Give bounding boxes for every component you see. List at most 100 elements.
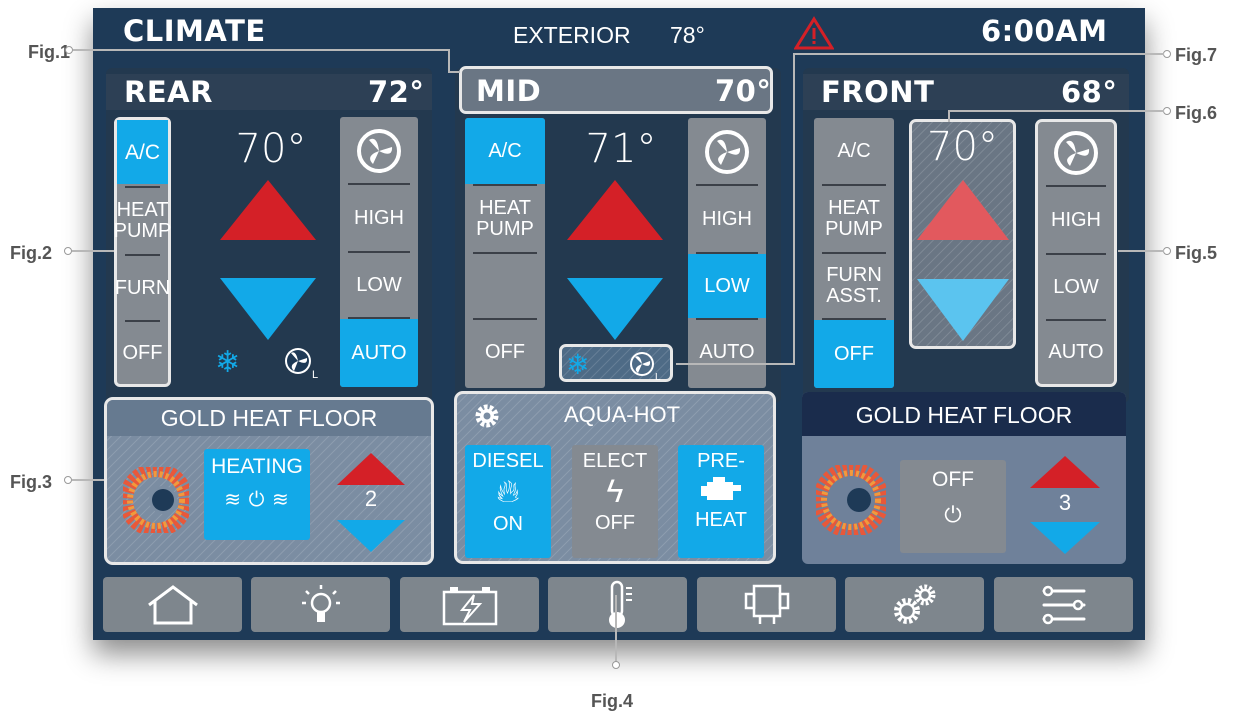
front-zone-temp: 68° — [1061, 75, 1118, 109]
flame-icon: 🔥︎ — [496, 473, 520, 509]
front-setpoint-box: 70° — [909, 119, 1016, 349]
aqua-elect-state: OFF — [595, 512, 635, 534]
front-temp-up-button[interactable] — [915, 178, 1011, 242]
mid-fan-low[interactable]: LOW — [688, 254, 766, 318]
mid-fan-low-badge: L — [655, 372, 661, 382]
aqua-diesel-button[interactable]: DIESEL 🔥︎ ON — [465, 445, 551, 558]
mid-snowflake-icon: ❄ — [566, 348, 590, 381]
battery-icon — [442, 586, 497, 625]
settings-gears-icon — [893, 584, 935, 624]
mid-fan-high[interactable]: HIGH — [688, 186, 766, 252]
exterior-temp: 78° — [670, 22, 705, 48]
power-icon: ⏻ — [944, 502, 962, 527]
rear-floor-down-button[interactable] — [335, 518, 407, 554]
nav-menu[interactable] — [994, 577, 1133, 632]
aqua-hot-title: AQUA-HOT — [563, 402, 681, 427]
rear-zone-temp: 72° — [368, 75, 425, 109]
rear-setpoint: 70° — [235, 126, 307, 172]
rear-heat-floor-title: GOLD HEAT FLOOR — [160, 405, 378, 431]
rear-fan-auto[interactable]: AUTO — [340, 319, 418, 387]
mid-mode-blank[interactable] — [465, 254, 545, 318]
mid-fan-low-status-icon: L — [630, 352, 661, 382]
heat-floor-flame-icon — [123, 467, 189, 533]
mid-mode-heat-pump[interactable]: HEAT PUMP — [465, 186, 545, 252]
light-bulb-icon — [301, 584, 340, 622]
mid-temp-down-button[interactable] — [565, 276, 665, 342]
front-fan-column: HIGH LOW AUTO — [1035, 119, 1117, 387]
mid-mode-off[interactable]: OFF — [465, 320, 545, 384]
front-fan-low[interactable]: LOW — [1038, 255, 1114, 319]
front-floor-up-button[interactable] — [1028, 454, 1102, 490]
mid-setpoint: 71° — [585, 126, 657, 172]
sliders-menu-icon — [1042, 585, 1085, 624]
front-setpoint: 70° — [927, 124, 998, 170]
engine-icon — [701, 477, 741, 500]
aqua-hot-panel: AQUA-HOT DIESEL 🔥︎ ON ELECT ϟ OFF PRE- H… — [454, 391, 776, 564]
front-temp-down-button[interactable] — [915, 277, 1011, 343]
rear-fan-low[interactable]: LOW — [340, 253, 418, 317]
nav-home[interactable] — [103, 577, 242, 632]
aqua-preheat-line2: HEAT — [695, 509, 747, 531]
rear-mode-off[interactable]: OFF — [117, 322, 168, 384]
fig-7-label: Fig.7 — [1175, 45, 1218, 65]
rear-temp-up-button[interactable] — [218, 178, 318, 242]
fig-5-label: Fig.5 — [1175, 243, 1218, 263]
rear-mode-ac[interactable]: A/C — [117, 120, 168, 184]
rear-heat-floor-status: HEATING — [211, 455, 303, 478]
fig-3-label: Fig.3 — [10, 472, 53, 492]
front-mode-ac[interactable]: A/C — [814, 118, 894, 184]
mid-mode-column: A/C HEAT PUMP OFF — [465, 118, 545, 388]
front-heat-floor-status-button[interactable]: OFF ⏻ — [900, 460, 1006, 553]
rear-mode-heat-pump[interactable]: HEAT PUMP — [114, 188, 172, 254]
rear-floor-up-button[interactable] — [335, 451, 407, 487]
front-fan-auto[interactable]: AUTO — [1038, 321, 1114, 384]
front-heat-floor-title: GOLD HEAT FLOOR — [855, 402, 1073, 428]
nav-lights[interactable] — [251, 577, 390, 632]
front-heat-floor-panel: GOLD HEAT FLOOR OFF ⏻ 3 — [802, 392, 1126, 564]
mid-fan-auto[interactable]: AUTO — [688, 320, 766, 384]
rear-heat-floor-panel: GOLD HEAT FLOOR HEATING ≋ ⏻ ≋ 2 — [104, 397, 434, 565]
aqua-elect-button[interactable]: ELECT ϟ OFF — [572, 445, 658, 558]
mid-zone-name: MID — [476, 74, 542, 108]
front-mode-off[interactable]: OFF — [814, 320, 894, 388]
thermometer-icon — [608, 580, 632, 628]
mid-fan-column: HIGH LOW AUTO — [688, 118, 766, 388]
rear-fan-column: HIGH LOW AUTO — [340, 117, 418, 387]
rear-fan-high[interactable]: HIGH — [340, 185, 418, 251]
front-zone-header: FRONT 68° — [803, 74, 1129, 110]
mid-temp-up-button[interactable] — [565, 178, 665, 242]
front-mode-furn-asst[interactable]: FURN ASST. — [814, 254, 894, 318]
clock: 6:00AM — [981, 14, 1108, 48]
aqua-elect-label: ELECT — [582, 450, 648, 472]
aqua-preheat-button[interactable]: PRE- HEAT — [678, 445, 764, 558]
nav-climate[interactable] — [548, 577, 687, 632]
exterior-label: EXTERIOR — [513, 22, 631, 48]
mid-fan-icon — [705, 130, 749, 174]
home-icon — [147, 584, 198, 624]
aqua-preheat-line1: PRE- — [697, 450, 745, 472]
rear-heat-floor-status-button[interactable]: HEATING ≋ ⏻ ≋ — [204, 449, 310, 540]
mid-zone-header: MID 70° — [459, 66, 773, 114]
generator-icon — [744, 584, 789, 624]
nav-settings[interactable] — [845, 577, 984, 632]
mid-mode-ac[interactable]: A/C — [465, 118, 545, 184]
heat-power-icon: ≋ ⏻ ≋ — [224, 489, 290, 511]
front-fan-icon — [1054, 131, 1098, 175]
front-fan-high[interactable]: HIGH — [1038, 187, 1114, 253]
rear-floor-level: 2 — [364, 486, 378, 511]
alert-icon[interactable] — [794, 16, 834, 50]
fig-2-label: Fig.2 — [10, 243, 53, 263]
mid-zone-temp: 70° — [715, 74, 772, 108]
fan-low-status-icon: L — [285, 348, 318, 380]
rear-zone-name: REAR — [124, 75, 213, 109]
front-heat-floor-status: OFF — [932, 468, 974, 491]
nav-generator[interactable] — [697, 577, 836, 632]
fig-4-label: Fig.4 — [591, 691, 634, 711]
page-title: CLIMATE — [123, 14, 266, 48]
front-mode-heat-pump[interactable]: HEAT PUMP — [814, 186, 894, 252]
rear-temp-down-button[interactable] — [218, 276, 318, 342]
nav-power[interactable] — [400, 577, 539, 632]
front-floor-down-button[interactable] — [1028, 520, 1102, 556]
front-mode-column: A/C HEAT PUMP FURN ASST. OFF — [814, 118, 894, 388]
rear-mode-furn[interactable]: FURN — [115, 256, 171, 320]
